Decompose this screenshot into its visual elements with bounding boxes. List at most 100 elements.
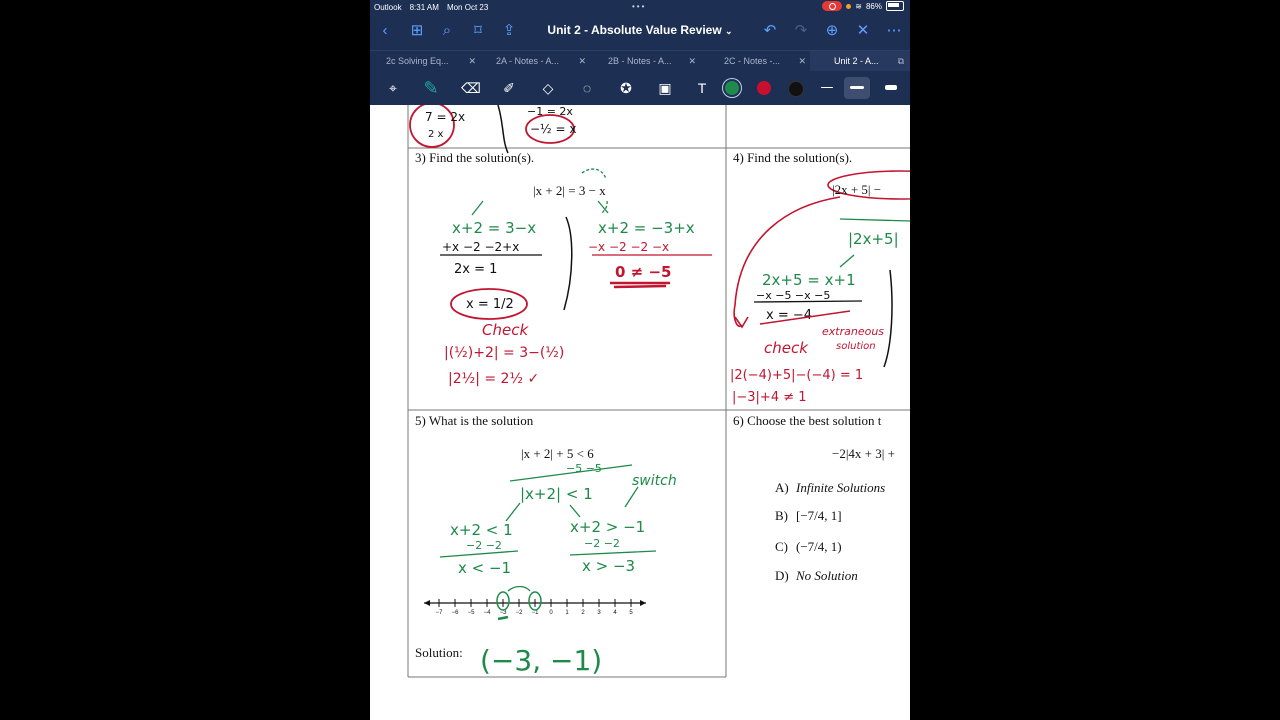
stroke-thick[interactable] bbox=[885, 85, 897, 90]
q5-ink-left3: x < −1 bbox=[458, 559, 511, 577]
number-line-tick-label: 2 bbox=[581, 610, 585, 616]
number-line-tick-label: −3 bbox=[500, 610, 508, 616]
ink-top-1: 7 = 2x bbox=[425, 110, 465, 124]
redo-icon[interactable]: ↷ bbox=[792, 22, 810, 40]
tab-2a-notes[interactable]: 2A - Notes - A... ✕ bbox=[480, 51, 590, 72]
q6-choice-d-text: No Solution bbox=[795, 568, 858, 583]
q4-ink-line1: 2x+5 = x+1 bbox=[762, 271, 856, 289]
annotation-toolbar: ⌖ ✎ ⌫ ✐ ◇ ◌ ✪ ▣ T bbox=[370, 71, 910, 105]
tab-label: 2C - Notes -... bbox=[724, 56, 781, 66]
elements-tool-icon[interactable]: ✪ bbox=[617, 79, 635, 97]
q4-ink-check: check bbox=[764, 339, 809, 357]
worksheet-page[interactable]: .prompt { font-family:"Liberation Serif"… bbox=[370, 102, 910, 720]
document-title: Unit 2 - Absolute Value Review bbox=[547, 23, 722, 37]
document-title-menu[interactable]: Unit 2 - Absolute Value Review ⌄ bbox=[520, 23, 760, 37]
status-date: Mon Oct 23 bbox=[446, 2, 489, 12]
share-icon[interactable]: ⇪ bbox=[500, 22, 518, 40]
status-bar: Outlook 8:31 AM Mon Oct 23 ••• ≋ 86% bbox=[370, 0, 910, 14]
close-tab-icon[interactable]: ✕ bbox=[578, 51, 586, 72]
zoom-lasso-icon[interactable]: ⌖ bbox=[384, 79, 402, 97]
q5-ink-line2: |x+2| < 1 bbox=[520, 485, 593, 503]
back-to-app-link[interactable]: Outlook bbox=[374, 3, 402, 12]
q5-number-line: −7 −6 −5 −4 −3 −2 −1 0 1 2 3 4 5 bbox=[424, 585, 646, 621]
ipad-screen: Outlook 8:31 AM Mon Oct 23 ••• ≋ 86% ‹ ⊞… bbox=[370, 0, 910, 720]
q3-ink-check1: |(½)+2| = 3−(½) bbox=[444, 345, 564, 361]
ink-top-divider bbox=[497, 104, 509, 154]
eraser-tool-icon[interactable]: ⌫ bbox=[461, 79, 481, 97]
ink-top-2: 2 x bbox=[428, 129, 444, 140]
stroke-thin[interactable] bbox=[821, 87, 833, 88]
color-swatch-green[interactable] bbox=[725, 81, 739, 95]
q5-ink-right3: x > −3 bbox=[582, 557, 635, 575]
q3-ink-check2: |2½| = 2½ ✓ bbox=[448, 371, 539, 387]
shapes-tool-icon[interactable]: ◇ bbox=[539, 79, 557, 97]
q3-ink-line3: 2x = 1 bbox=[454, 262, 497, 277]
q3-ink: x+2 = 3−x +x −2 −2+x 2x = 1 x = 1/2 Chec… bbox=[440, 168, 712, 387]
q5-prompt: 5) What is the solution bbox=[415, 413, 534, 428]
q4-prompt: 4) Find the solution(s). bbox=[733, 150, 852, 165]
q5-ink: −5 −5 |x+2| < 1 switch x+2 < 1 −2 −2 x <… bbox=[439, 462, 677, 577]
pen-tool-icon[interactable]: ✎ bbox=[422, 79, 440, 97]
back-chevron-icon[interactable]: ‹ bbox=[376, 22, 394, 40]
number-line-tick-label: −2 bbox=[516, 610, 524, 616]
q3-ink-right2: −x −2 −2 −x bbox=[588, 240, 669, 254]
tab-2b-notes[interactable]: 2B - Notes - A... ✕ bbox=[590, 51, 700, 72]
screen-record-icon bbox=[822, 1, 843, 11]
color-swatch-red[interactable] bbox=[757, 81, 771, 95]
multitasking-dots-icon[interactable]: ••• bbox=[632, 2, 646, 11]
number-line-tick-label: 3 bbox=[597, 610, 601, 616]
q4-ink-solution: solution bbox=[836, 341, 876, 352]
q4-ink: |2x + 5| − |2x+5| 2x+5 = x+1 −x −5 −x −5… bbox=[730, 170, 910, 405]
tab-2c-solving[interactable]: 2c Solving Eq... ✕ bbox=[370, 51, 480, 72]
undo-icon[interactable]: ↶ bbox=[761, 22, 779, 40]
stroke-medium-bar bbox=[850, 86, 864, 89]
text-tool-icon[interactable]: T bbox=[693, 79, 711, 97]
q5-ink-right1: x+2 > −1 bbox=[570, 518, 645, 536]
number-line-tick-label: −5 bbox=[468, 610, 476, 616]
image-tool-icon[interactable]: ▣ bbox=[656, 79, 674, 97]
tab-2c-notes[interactable]: 2C - Notes -... ✕ bbox=[700, 51, 810, 72]
close-tab-icon[interactable]: ✕ bbox=[688, 51, 696, 72]
worksheet-canvas: .prompt { font-family:"Liberation Serif"… bbox=[407, 102, 910, 678]
close-icon[interactable]: ✕ bbox=[854, 22, 872, 40]
q4-ink-check2: |−3|+4 ≠ 1 bbox=[732, 390, 807, 405]
tab-label: 2A - Notes - A... bbox=[496, 56, 560, 66]
q3-equation: |x + 2| = 3 − x bbox=[533, 183, 606, 198]
q6-choice-a-letter: A) bbox=[775, 480, 789, 495]
number-line-tick-label: −6 bbox=[452, 610, 460, 616]
q5-ink-switch: switch bbox=[632, 473, 677, 489]
q5-solution-label: Solution: bbox=[415, 645, 463, 660]
number-line-tick-label: 4 bbox=[613, 610, 617, 616]
status-time: 8:31 AM bbox=[409, 2, 439, 12]
add-page-icon[interactable]: ⊕ bbox=[823, 22, 841, 40]
tab-label: Unit 2 - A... bbox=[834, 56, 879, 66]
q4-ink-check1: |2(−4)+5|−(−4) = 1 bbox=[730, 368, 863, 383]
close-tab-icon[interactable]: ✕ bbox=[468, 51, 476, 72]
tab-label: 2B - Notes - A... bbox=[608, 56, 672, 66]
close-tab-icon[interactable]: ✕ bbox=[798, 51, 806, 72]
bookmark-icon[interactable]: ⌑ bbox=[469, 22, 487, 40]
tabs-overview-icon[interactable]: ⧉ bbox=[898, 51, 904, 72]
stroke-medium-selected[interactable] bbox=[844, 77, 870, 99]
q4-equation: |2x + 5| − bbox=[832, 182, 881, 197]
color-swatch-black[interactable] bbox=[788, 81, 804, 97]
number-line-tick-label: −1 bbox=[532, 610, 540, 616]
mic-indicator-icon bbox=[846, 3, 852, 9]
highlighter-tool-icon[interactable]: ✐ bbox=[500, 79, 518, 97]
q6-choice-a-text: Infinite Solutions bbox=[795, 480, 885, 495]
lasso-tool-icon[interactable]: ◌ bbox=[578, 79, 596, 97]
q6-choice-b-letter: B) bbox=[775, 508, 788, 523]
battery-level: 86% bbox=[865, 1, 882, 11]
more-options-icon[interactable]: ⋯ bbox=[885, 22, 903, 40]
number-line-tick-label: 0 bbox=[549, 610, 553, 616]
q5-ink-solution: (−3, −1) bbox=[480, 644, 602, 677]
search-icon[interactable]: ⌕ bbox=[438, 22, 456, 40]
number-line-tick-label: −4 bbox=[484, 610, 492, 616]
q4-ink-abs: |2x+5| bbox=[848, 230, 899, 248]
tab-unit2-active[interactable]: Unit 2 - A... ⧉ bbox=[810, 51, 910, 72]
q4-ink-extraneous: extraneous bbox=[822, 325, 884, 338]
q3-ink-line1: x+2 = 3−x bbox=[452, 219, 536, 237]
number-line-tick-label: −7 bbox=[436, 610, 444, 616]
tab-label: 2c Solving Eq... bbox=[386, 56, 449, 66]
grid-view-icon[interactable]: ⊞ bbox=[408, 22, 426, 40]
